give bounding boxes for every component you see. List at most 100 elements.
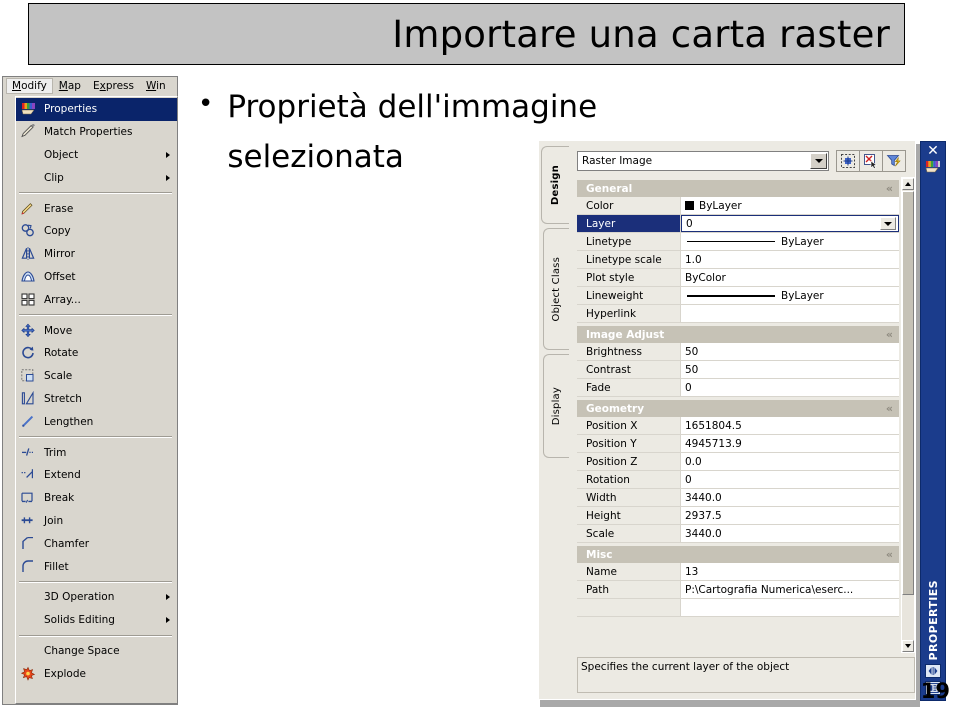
property-value[interactable]: P:\Cartografia Numerica\eserc...	[681, 581, 899, 598]
property-value[interactable]	[681, 305, 899, 322]
property-value[interactable]: 0	[681, 471, 899, 488]
palette-tab-display[interactable]: Display	[543, 354, 569, 458]
property-value[interactable]: ByColor	[681, 269, 899, 286]
menu-item-array[interactable]: Array...	[16, 288, 177, 311]
scrollbar-thumb[interactable]	[902, 191, 914, 595]
category-header-misc[interactable]: Misc «	[577, 546, 899, 563]
menu-item-trim[interactable]: Trim	[16, 441, 177, 464]
chevron-down-icon[interactable]	[810, 153, 827, 169]
menu-item-break[interactable]: Break	[16, 487, 177, 510]
chevron-up-icon[interactable]: «	[886, 402, 893, 415]
palette-title-bar: ✕ PROPERTIES	[920, 141, 946, 701]
menu-item-clip[interactable]: Clip	[16, 166, 177, 189]
property-row[interactable]: Brightness 50	[577, 343, 899, 361]
property-value[interactable]: 3440.0	[681, 489, 899, 506]
property-row[interactable]: Layer 0	[577, 215, 899, 233]
menu-item-properties[interactable]: Properties	[16, 98, 177, 121]
property-row[interactable]: Color ByLayer	[577, 197, 899, 215]
menu-item-lengthen[interactable]: Lengthen	[16, 410, 177, 433]
close-icon[interactable]: ✕	[927, 144, 939, 158]
property-row[interactable]: Path P:\Cartografia Numerica\eserc...	[577, 581, 899, 599]
property-value[interactable]: 50	[681, 343, 899, 360]
menubar-item-modify[interactable]: Modify	[6, 78, 53, 94]
select-objects-icon[interactable]	[859, 150, 883, 172]
category-label: Image Adjust	[586, 328, 665, 341]
property-value[interactable]: 1651804.5	[681, 417, 899, 434]
chevron-up-icon[interactable]: «	[886, 548, 893, 561]
property-row[interactable]: Height 2937.5	[577, 507, 899, 525]
menu-item-rotate[interactable]: Rotate	[16, 342, 177, 365]
menu-item-label: Array...	[44, 293, 81, 306]
property-row[interactable]: Hyperlink	[577, 305, 899, 323]
property-value[interactable]: 4945713.9	[681, 435, 899, 452]
scroll-up-button[interactable]	[902, 178, 914, 190]
property-row[interactable]: Plot style ByColor	[577, 269, 899, 287]
menu-item-explode[interactable]: Explode	[16, 662, 177, 685]
property-row[interactable]: Scale 3440.0	[577, 525, 899, 543]
property-value[interactable]: 2937.5	[681, 507, 899, 524]
object-type-combo[interactable]: Raster Image	[577, 151, 829, 171]
category-header-geometry[interactable]: Geometry «	[577, 400, 899, 417]
property-row[interactable]: Position Z 0.0	[577, 453, 899, 471]
menu-item-extend[interactable]: Extend	[16, 464, 177, 487]
property-value[interactable]: 0	[681, 379, 899, 396]
menu-item-scale[interactable]: Scale	[16, 365, 177, 388]
property-row[interactable]: Width 3440.0	[577, 489, 899, 507]
category-header-general[interactable]: General «	[577, 180, 899, 197]
property-grid-scrollbar[interactable]	[901, 177, 915, 653]
menubar-item-map[interactable]: Map	[53, 78, 87, 94]
property-value[interactable]: 13	[681, 563, 899, 580]
property-value[interactable]: 1.0	[681, 251, 899, 268]
property-row[interactable]: Name 13	[577, 563, 899, 581]
property-row[interactable]: Rotation 0	[577, 471, 899, 489]
menu-item-move[interactable]: Move	[16, 319, 177, 342]
modify-dropdown-panel: Properties Match Properties Object Clip Eras…	[15, 96, 178, 704]
chevron-down-icon[interactable]	[880, 217, 896, 230]
palette-tab-object-class[interactable]: Object Class	[543, 228, 569, 350]
quick-select-icon[interactable]	[882, 150, 906, 172]
palette-tab-label: Display	[551, 386, 562, 426]
menubar-item-express[interactable]: Express	[87, 78, 140, 94]
menu-item-label: Trim	[44, 446, 67, 459]
property-value[interactable]: 50	[681, 361, 899, 378]
menu-item-object[interactable]: Object	[16, 144, 177, 167]
menu-item-offset[interactable]: Offset	[16, 266, 177, 289]
property-name: Fade	[577, 379, 681, 396]
menu-item-join[interactable]: Join	[16, 510, 177, 533]
menu-item-erase[interactable]: Erase	[16, 197, 177, 220]
chevron-up-icon[interactable]: «	[886, 328, 893, 341]
property-row[interactable]: Position Y 4945713.9	[577, 435, 899, 453]
menu-item-chamfer[interactable]: Chamfer	[16, 532, 177, 555]
menu-item-match-properties[interactable]: Match Properties	[16, 121, 177, 144]
menubar-item-win[interactable]: Win	[140, 78, 172, 94]
property-row[interactable]: Contrast 50	[577, 361, 899, 379]
property-name: Linetype	[577, 233, 681, 250]
menu-item-copy[interactable]: Copy	[16, 220, 177, 243]
property-value[interactable]: 3440.0	[681, 525, 899, 542]
property-value[interactable]: ByLayer	[681, 233, 899, 250]
property-row[interactable]: Lineweight ByLayer	[577, 287, 899, 305]
property-row[interactable]: Position X 1651804.5	[577, 417, 899, 435]
menu-item-mirror[interactable]: Mirror	[16, 243, 177, 266]
menu-item-solids-editing[interactable]: Solids Editing	[16, 609, 177, 632]
palette-tab-design[interactable]: Design	[541, 146, 569, 224]
property-value[interactable]: ByLayer	[681, 287, 899, 304]
scroll-down-button[interactable]	[902, 640, 914, 652]
chevron-up-icon[interactable]: «	[886, 182, 893, 195]
property-value[interactable]: 0	[681, 215, 899, 232]
property-value[interactable]	[681, 599, 899, 616]
menu-item-change-space[interactable]: Change Space	[16, 640, 177, 663]
property-row[interactable]	[577, 599, 899, 617]
auto-hide-icon[interactable]	[925, 664, 941, 678]
menu-item-fillet[interactable]: Fillet	[16, 555, 177, 578]
menu-item-3d-operation[interactable]: 3D Operation	[16, 586, 177, 609]
property-value[interactable]: 0.0	[681, 453, 899, 470]
property-row[interactable]: Fade 0	[577, 379, 899, 397]
property-row[interactable]: Linetype ByLayer	[577, 233, 899, 251]
palette-title-label-wrap: PROPERTIES	[927, 174, 940, 664]
category-header-image-adjust[interactable]: Image Adjust «	[577, 326, 899, 343]
property-row[interactable]: Linetype scale 1.0	[577, 251, 899, 269]
property-value[interactable]: ByLayer	[681, 197, 899, 214]
toggle-pickadd-icon[interactable]	[836, 150, 860, 172]
menu-item-stretch[interactable]: Stretch	[16, 388, 177, 411]
